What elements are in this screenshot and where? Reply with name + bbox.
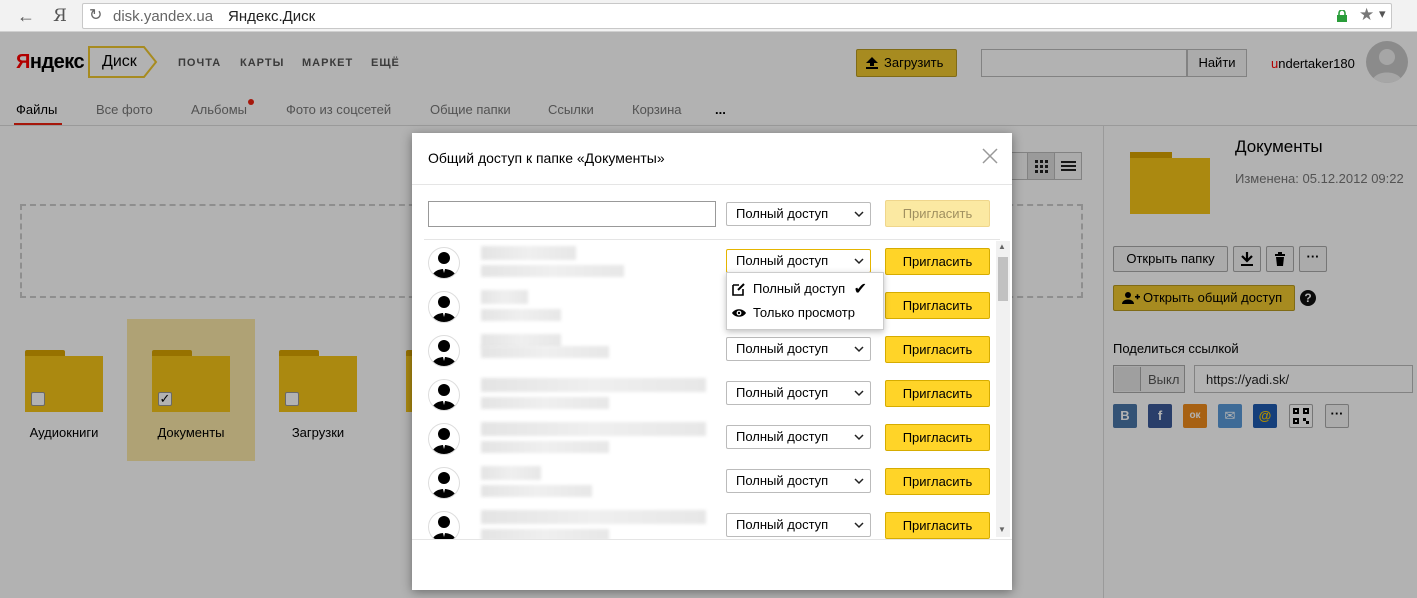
address-dropdown-icon[interactable]: ▾ xyxy=(1379,6,1386,22)
contact-invite-button[interactable]: Пригласить xyxy=(885,512,990,539)
contact-invite-button[interactable]: Пригласить xyxy=(885,380,990,407)
dialog-title: Общий доступ к папке «Документы» xyxy=(428,150,665,166)
contact-access-select[interactable]: Полный доступ xyxy=(726,513,871,537)
contact-access-select[interactable]: Полный доступ xyxy=(726,381,871,405)
scroll-down-arrow-icon[interactable]: ▼ xyxy=(998,525,1006,534)
lock-icon xyxy=(1337,10,1347,22)
bookmark-star-icon[interactable]: ★ xyxy=(1359,5,1374,25)
invite-email-input[interactable] xyxy=(428,201,716,227)
menu-item-view-only[interactable]: Только просмотр xyxy=(727,301,883,325)
contact-email-redacted xyxy=(481,346,609,358)
invite-access-select[interactable]: Полный доступ xyxy=(726,202,871,226)
contact-row: Полный доступ Пригласить xyxy=(424,464,1000,508)
chevron-down-icon xyxy=(854,211,864,218)
contact-access-select[interactable]: Полный доступ xyxy=(726,249,871,273)
contact-invite-button[interactable]: Пригласить xyxy=(885,248,990,275)
contact-email-redacted xyxy=(481,441,609,453)
close-icon[interactable] xyxy=(980,146,1000,166)
access-dropdown-menu: Полный доступ ✔ Только просмотр xyxy=(726,272,884,330)
contact-name-redacted xyxy=(481,246,576,260)
contact-invite-button[interactable]: Пригласить xyxy=(885,424,990,451)
contact-row: Полный доступ Пригласить xyxy=(424,508,1000,539)
edit-icon xyxy=(732,283,745,296)
contact-name-redacted xyxy=(481,290,528,304)
address-bar[interactable]: ↻ disk.yandex.ua Яндекс.Диск ★ ▾ xyxy=(82,3,1392,29)
contact-invite-button[interactable]: Пригласить xyxy=(885,292,990,319)
scroll-up-arrow-icon[interactable]: ▲ xyxy=(998,242,1006,251)
contact-email-redacted xyxy=(481,265,624,277)
dialog-footer-divider xyxy=(412,539,1012,540)
scrollbar-thumb[interactable] xyxy=(998,257,1008,301)
back-arrow-icon[interactable]: ← xyxy=(14,4,38,28)
contact-access-select[interactable]: Полный доступ xyxy=(726,469,871,493)
contact-avatar-icon xyxy=(428,467,460,499)
eye-icon xyxy=(732,309,746,317)
contact-name-redacted xyxy=(481,466,541,480)
contact-avatar-icon xyxy=(428,247,460,279)
contact-invite-button[interactable]: Пригласить xyxy=(885,468,990,495)
contact-avatar-icon xyxy=(428,379,460,411)
contact-name-redacted xyxy=(481,422,706,436)
contact-name-redacted xyxy=(481,378,706,392)
invite-contacts-list: Полный доступ Пригласить Полный доступ П… xyxy=(424,239,1000,539)
checkmark-icon: ✔ xyxy=(853,281,867,298)
contact-email-redacted xyxy=(481,485,592,497)
address-domain: disk.yandex.ua xyxy=(113,8,214,25)
contact-access-select[interactable]: Полный доступ xyxy=(726,425,871,449)
contact-row: Полный доступ Пригласить xyxy=(424,376,1000,420)
contact-email-redacted xyxy=(481,397,609,409)
contact-row: Полный доступ Пригласить xyxy=(424,288,1000,332)
contact-row: Полный доступ Пригласить xyxy=(424,420,1000,464)
contact-email-redacted xyxy=(481,529,609,539)
contacts-scrollbar[interactable]: ▲ ▼ xyxy=(996,241,1010,537)
contact-avatar-icon xyxy=(428,335,460,367)
yandex-browser-icon[interactable]: Я xyxy=(48,4,72,28)
contact-row: Полный доступ Пригласить xyxy=(424,244,1000,288)
contact-row: Полный доступ Пригласить xyxy=(424,332,1000,376)
contact-invite-button[interactable]: Пригласить xyxy=(885,336,990,363)
address-page-title: Яндекс.Диск xyxy=(228,8,316,25)
dialog-header-divider xyxy=(412,184,1012,185)
invite-button-disabled[interactable]: Пригласить xyxy=(885,200,990,227)
contact-avatar-icon xyxy=(428,511,460,539)
contact-access-select[interactable]: Полный доступ xyxy=(726,337,871,361)
contact-name-redacted xyxy=(481,510,706,524)
share-dialog: Общий доступ к папке «Документы» Полный … xyxy=(412,133,1012,590)
reload-icon[interactable]: ↻ xyxy=(89,5,102,25)
contact-avatar-icon xyxy=(428,423,460,455)
contact-email-redacted xyxy=(481,309,561,321)
browser-toolbar: ← Я ↻ disk.yandex.ua Яндекс.Диск ★ ▾ xyxy=(0,0,1417,32)
menu-item-full-access[interactable]: Полный доступ ✔ xyxy=(727,277,883,301)
contact-avatar-icon xyxy=(428,291,460,323)
